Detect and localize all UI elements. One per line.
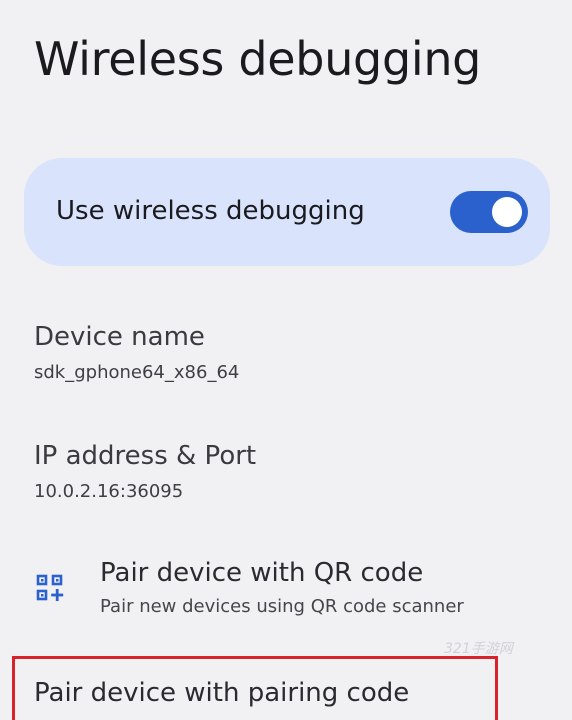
use-wireless-debugging-switch-bar[interactable]: Use wireless debugging [24, 158, 550, 266]
ip-address-value: 10.0.2.16:36095 [34, 481, 184, 502]
pair-with-pairing-code-preference[interactable]: Pair device with pairing code [34, 678, 409, 708]
main-switch-label: Use wireless debugging [56, 196, 365, 226]
device-name-value: sdk_gphone64_x86_64 [34, 362, 240, 383]
device-name-title: Device name [34, 322, 205, 352]
ip-address-preference: IP address & Port 10.0.2.16:36095 [34, 441, 256, 502]
pair-with-qr-code-preference[interactable]: Pair device with QR code Pair new device… [0, 556, 572, 632]
page-title: Wireless debugging [34, 32, 482, 86]
watermark: 321手游网 [444, 641, 513, 657]
pair-qr-summary: Pair new devices using QR code scanner [100, 596, 464, 617]
pair-qr-title: Pair device with QR code [100, 558, 424, 588]
wireless-debugging-toggle[interactable] [450, 191, 528, 233]
wireless-debugging-screen: Wireless debugging Use wireless debuggin… [0, 0, 572, 720]
ip-address-title: IP address & Port [34, 441, 257, 471]
device-name-preference[interactable]: Device name sdk_gphone64_x86_64 [34, 322, 239, 383]
qr-code-scanner-icon [36, 574, 64, 604]
toggle-thumb [492, 197, 522, 227]
